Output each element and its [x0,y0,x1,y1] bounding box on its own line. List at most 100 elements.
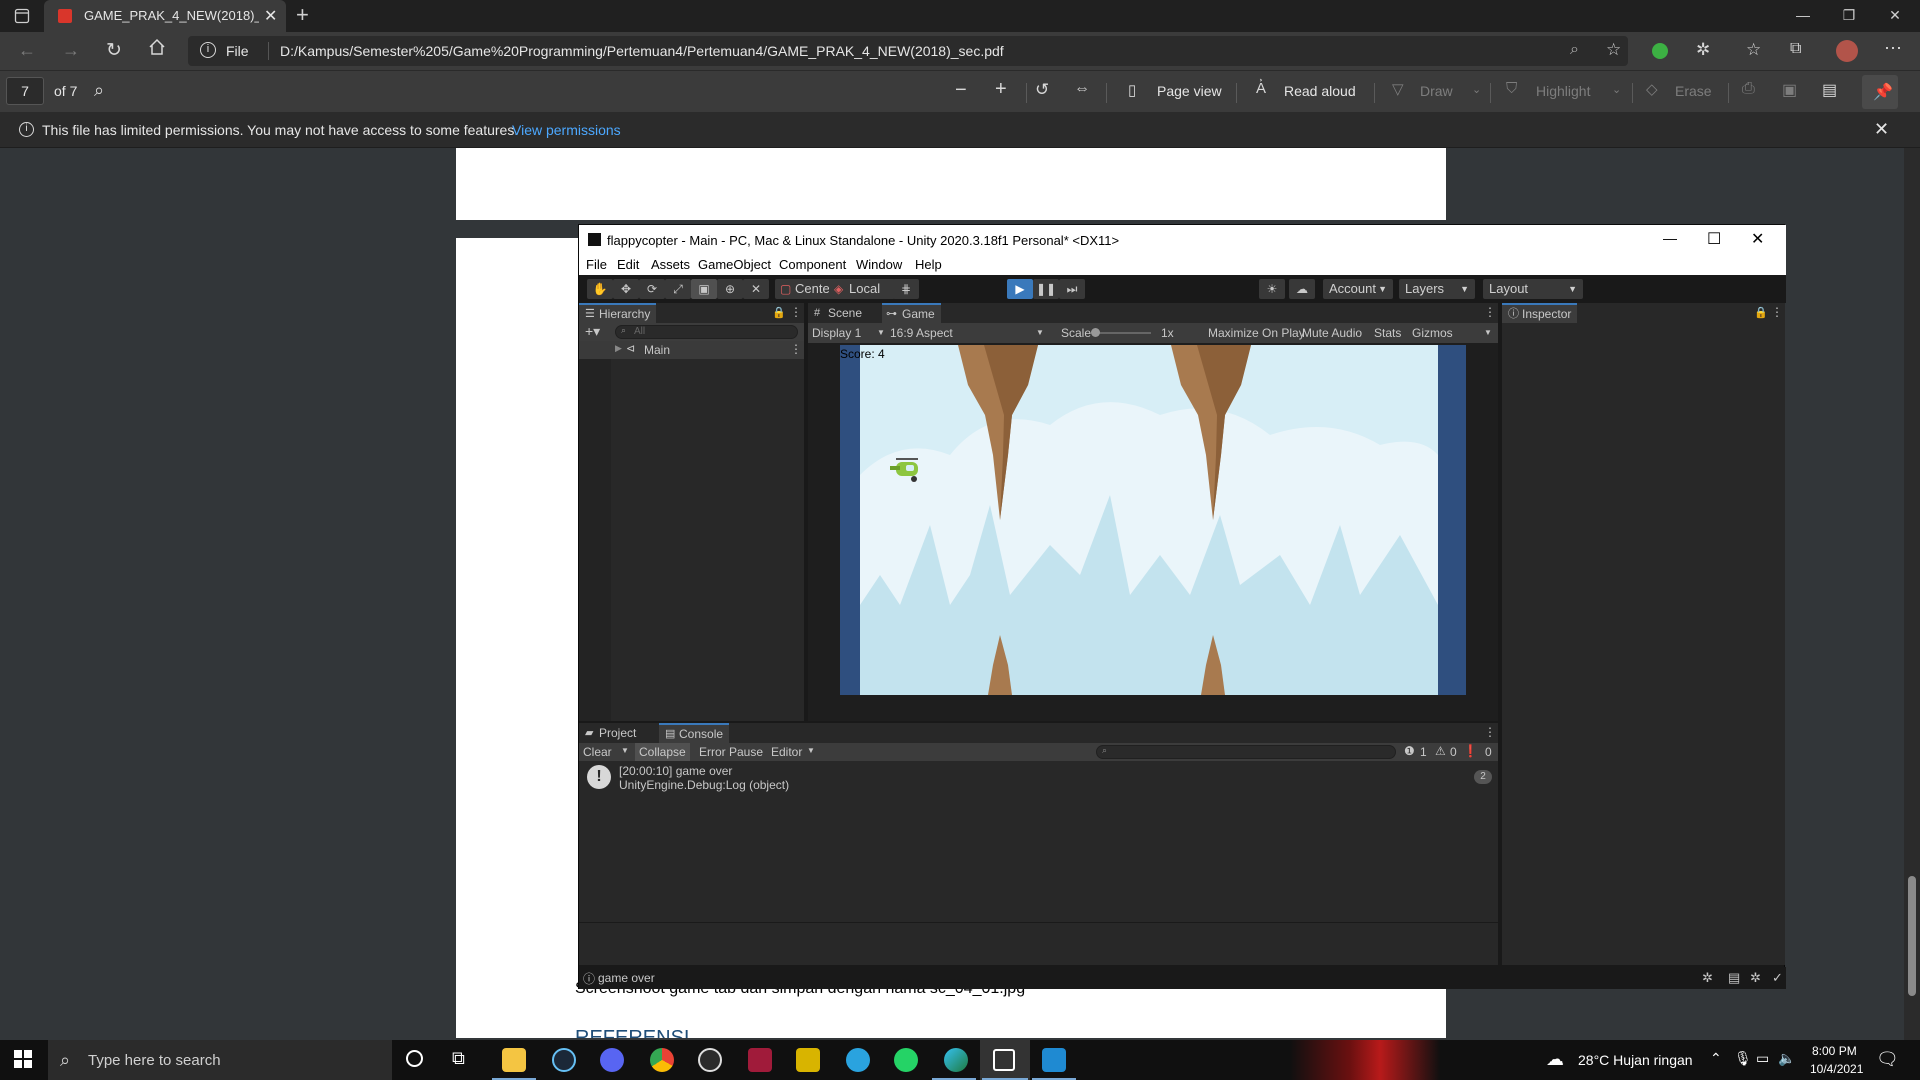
auto-generate-lighting-icon[interactable]: ✲ [1702,970,1713,986]
scale-slider-handle[interactable] [1091,328,1100,337]
file-explorer-icon[interactable] [502,1048,526,1072]
new-tab-icon[interactable]: + [296,2,309,28]
chrome-icon[interactable] [650,1048,674,1072]
lock-icon[interactable]: 🔒 [772,306,786,319]
scale-tool-icon[interactable]: ⤢ [665,279,691,299]
task-view-icon[interactable]: ⧉ [452,1048,465,1069]
tab-actions-icon[interactable] [14,8,30,24]
favorites-icon[interactable]: ☆ [1746,40,1761,60]
tab-hierarchy[interactable]: ☰ Hierarchy [579,303,657,323]
scene-menu-icon[interactable]: ⋮ [790,342,802,356]
info-icon[interactable]: i [200,42,216,58]
cloud-icon[interactable]: ☁ [1289,279,1315,299]
network-icon[interactable]: ▭ [1756,1050,1769,1067]
play-button[interactable]: ▶ [1007,279,1033,299]
panel-menu-icon[interactable]: ⋮ [790,305,802,319]
hierarchy-scene-row[interactable]: ▶ ⊲ Main ⋮ [579,341,804,359]
panel-menu-icon[interactable]: ⋮ [1771,305,1783,319]
forward-icon[interactable]: → [62,40,80,61]
zoom-out-icon[interactable]: − [955,79,967,102]
check-icon[interactable]: ✓ [1772,970,1783,986]
layers-dropdown[interactable]: Layers ▼ [1399,279,1475,299]
tab-scene[interactable]: # Scene [808,303,868,323]
view-permissions-link[interactable]: View permissions [512,122,621,138]
back-icon[interactable]: ← [18,40,36,61]
save-as-icon[interactable]: ▤ [1822,80,1837,100]
info-count-icon[interactable]: ❶ [1404,744,1415,758]
tab-console[interactable]: ▤ Console [659,723,730,743]
console-search-input[interactable]: ⌕ [1096,745,1396,759]
save-icon[interactable]: ▣ [1782,80,1797,100]
address-bar[interactable]: i File D:/Kampus/Semester%205/Game%20Pro… [188,36,1628,66]
menu-file[interactable]: File [586,257,607,272]
collections-icon[interactable]: ⧉ [1790,40,1801,58]
tab-inspector[interactable]: ⓘ Inspector [1502,303,1578,323]
panel-menu-icon[interactable]: ⋮ [1484,725,1496,739]
browser-tab[interactable]: GAME_PRAK_4_NEW(2018)_sec.p ✕ [44,0,286,32]
menu-component[interactable]: Component [779,257,846,272]
scale-slider[interactable] [1091,328,1151,337]
mute-audio-toggle[interactable]: Mute Audio [1302,326,1362,340]
error-count-icon[interactable]: ❗ [1463,744,1478,758]
edge-icon[interactable] [944,1048,968,1072]
move-tool-icon[interactable]: ✥ [613,279,639,299]
extensions-puzzle-icon[interactable]: ✲ [1696,40,1710,60]
close-tab-icon[interactable]: ✕ [264,6,277,26]
clock-time[interactable]: 8:00 PM [1812,1044,1857,1058]
unity-taskbar-button[interactable] [980,1040,1030,1080]
restore-icon[interactable]: ❐ [1826,0,1872,32]
panel-menu-icon[interactable]: ⋮ [1484,305,1496,319]
minimize-icon[interactable]: — [1663,230,1677,246]
pdf-scrollbar[interactable] [1904,148,1920,1040]
console-log-entry[interactable]: ! [20:00:10] game over UnityEngine.Debug… [579,761,1498,793]
transform-tool-icon[interactable]: ⊕ [717,279,743,299]
home-icon[interactable] [148,38,166,56]
expand-arrow-icon[interactable]: ▶ [615,343,622,354]
game-canvas[interactable] [860,345,1438,695]
hand-tool-icon[interactable]: ✋ [587,279,613,299]
telegram-icon[interactable] [846,1048,870,1072]
volume-icon[interactable]: 🔈 [1778,1050,1795,1067]
custom-tool-icon[interactable]: ✕ [743,279,769,299]
stats-toggle[interactable]: Stats [1374,326,1401,340]
zoom-in-icon[interactable]: + [995,78,1007,101]
rotate-icon[interactable]: ↺ [1035,80,1049,100]
hierarchy-search-input[interactable]: ⌕ All [615,325,798,339]
weather-icon[interactable]: ☁ [1546,1049,1564,1070]
collab-icon[interactable]: ☀ [1259,279,1285,299]
debug-icon[interactable]: ✲ [1750,970,1761,986]
tab-game[interactable]: ⊶ Game [882,303,941,323]
zoom-icon[interactable]: ⌕ [1570,41,1579,59]
vscode-icon[interactable] [1042,1048,1066,1072]
cache-server-icon[interactable]: ▤ [1728,970,1740,986]
close-window-icon[interactable]: ✕ [1872,0,1918,32]
step-button[interactable]: ⏭ [1059,279,1085,299]
close-icon[interactable]: ✕ [1751,229,1764,249]
clear-button[interactable]: Clear [583,745,612,759]
add-icon[interactable]: +▾ [585,323,600,340]
close-icon[interactable]: ✕ [1874,119,1889,140]
tab-project[interactable]: ▰ Project [579,723,642,743]
grid-snap-icon[interactable]: ⋕ [893,279,919,299]
menu-assets[interactable]: Assets [651,257,690,272]
discord-icon[interactable] [600,1048,624,1072]
scrollbar-thumb[interactable] [1908,876,1916,996]
pause-button[interactable]: ❚❚ [1033,279,1059,299]
menu-gameobject[interactable]: GameObject [698,257,771,272]
error-pause-toggle[interactable]: Error Pause [699,745,763,759]
print-icon[interactable]: ⎙ [1742,80,1755,98]
refresh-icon[interactable]: ↻ [106,39,122,62]
collapse-toggle[interactable]: Collapse [635,743,690,761]
app-yellow-icon[interactable] [796,1048,820,1072]
search-icon[interactable]: ⌕ [94,80,104,101]
pivot-local-toggle[interactable]: ◈ Local [829,279,895,299]
chevron-down-icon[interactable]: ▼ [621,746,629,755]
windows-start-icon[interactable] [14,1050,32,1068]
pin-toolbar-button[interactable]: 📌 [1862,75,1898,109]
rect-tool-icon[interactable]: ▣ [691,279,717,299]
chevron-up-icon[interactable]: ⌃ [1710,1050,1722,1067]
account-dropdown[interactable]: Account ▼ [1323,279,1393,299]
favorite-add-icon[interactable]: ☆ [1606,40,1621,60]
menu-help[interactable]: Help [915,257,942,272]
clock-date[interactable]: 10/4/2021 [1810,1062,1863,1076]
